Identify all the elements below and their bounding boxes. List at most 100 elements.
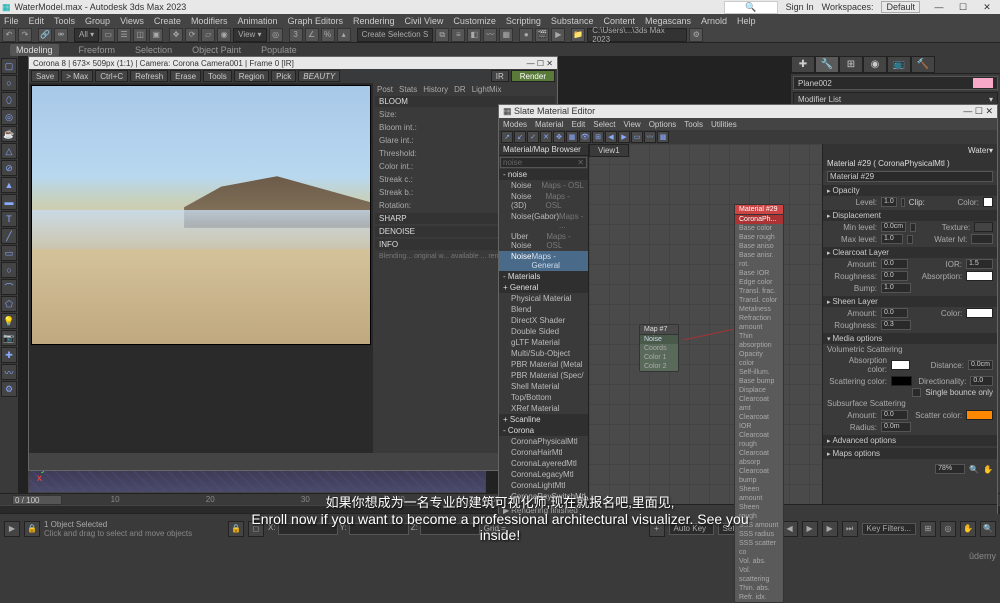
object-color-swatch[interactable] [973, 78, 993, 88]
cc-rough-spinner[interactable]: 0.0 [881, 271, 908, 281]
sme-node-graph[interactable]: View1 Map #7 Noise Coords Color 1 Color … [589, 144, 822, 504]
maxlevel-spinner[interactable]: 1.0 [881, 234, 903, 244]
create-pyramid-icon[interactable]: ▲ [1, 177, 17, 193]
cfb-refresh-button[interactable]: Refresh [130, 70, 168, 82]
ss-scatter-swatch[interactable] [966, 410, 993, 420]
cfb-erase-button[interactable]: Erase [170, 70, 201, 82]
percent-snap-button[interactable]: % [321, 28, 335, 42]
rotate-button[interactable]: ⟳ [185, 28, 199, 42]
distance-spinner[interactable]: 0.0cm [968, 360, 993, 370]
menu-customize[interactable]: Customize [453, 16, 496, 26]
menu-rendering[interactable]: Rendering [353, 16, 395, 26]
corona-legacy-item[interactable]: CoronaLegacyMtl [499, 469, 588, 480]
sheen-amount-spinner[interactable]: 0.0 [881, 308, 908, 318]
menu-modifiers[interactable]: Modifiers [191, 16, 228, 26]
set-project-button[interactable]: ⚙ [689, 28, 703, 42]
folder-button[interactable]: 📁 [571, 28, 585, 42]
maxscript-button[interactable]: ▶ [4, 521, 20, 537]
cfb-minimize[interactable]: — [527, 59, 535, 68]
sme-show-button[interactable]: ⊞ [592, 131, 604, 143]
cc-ior-spinner[interactable]: 1.5 [966, 259, 993, 269]
cfb-tab-stats[interactable]: Stats [397, 85, 419, 94]
sheen-section[interactable]: Sheen Layer [823, 296, 997, 307]
physical-material-item[interactable]: Physical Material [499, 293, 588, 304]
spline-ngon-icon[interactable]: ⬠ [1, 296, 17, 312]
opacity-section[interactable]: Opacity [823, 185, 997, 196]
x-coord-input[interactable] [278, 523, 338, 535]
signin-button[interactable]: Sign In [786, 2, 814, 12]
gltf-item[interactable]: gLTF Material [499, 337, 588, 348]
lock-button[interactable]: 🔒 [24, 521, 40, 537]
redo-button[interactable]: ↷ [18, 28, 32, 42]
sme-menu-modes[interactable]: Modes [503, 120, 527, 129]
abs-color-swatch[interactable] [891, 360, 910, 370]
project-path[interactable]: C:\Users\...\3ds Max 2023 [587, 28, 687, 42]
media-section[interactable]: Media options [823, 333, 997, 344]
create-cylinder-icon[interactable]: ⬯ [1, 92, 17, 108]
play-button[interactable]: ▶ [802, 521, 818, 537]
cfb-ctrlc-button[interactable]: Ctrl+C [95, 70, 128, 82]
viewport-nav-2[interactable]: ◎ [940, 521, 956, 537]
light-icon[interactable]: 💡 [1, 313, 17, 329]
object-name-field[interactable]: Plane002 [793, 76, 998, 90]
render-setup-button[interactable]: 🎬 [535, 28, 549, 42]
select-region-button[interactable]: ◫ [133, 28, 147, 42]
menu-tools[interactable]: Tools [54, 16, 75, 26]
spline-line-icon[interactable]: ╱ [1, 228, 17, 244]
schematic-button[interactable]: ▦ [499, 28, 513, 42]
waterlvl-spinner[interactable] [971, 234, 993, 244]
cfb-tools-button[interactable]: Tools [203, 70, 232, 82]
hierarchy-tab[interactable]: ⊞ [839, 56, 863, 73]
cfb-render-button[interactable]: Render [511, 70, 555, 82]
align-button[interactable]: ≡ [451, 28, 465, 42]
nav-dropdown[interactable]: Water ▾ [823, 144, 997, 157]
search-input[interactable]: 🔍 [724, 1, 777, 14]
sme-menu-options[interactable]: Options [649, 120, 677, 129]
texture-slot[interactable] [974, 222, 993, 232]
menu-animation[interactable]: Animation [237, 16, 277, 26]
xref-item[interactable]: XRef Material [499, 403, 588, 414]
sme-menu-view[interactable]: View [624, 120, 641, 129]
view-tab[interactable]: View1 [589, 144, 629, 157]
workspaces-dropdown[interactable]: Default [881, 1, 920, 13]
sme-menu-select[interactable]: Select [593, 120, 615, 129]
cfb-close[interactable]: ✕ [546, 59, 553, 68]
corona-hair-item[interactable]: CoronaHairMtl [499, 447, 588, 458]
uber-noise-item[interactable]: Uber NoiseMaps - OSL [499, 231, 588, 251]
modify-tab[interactable]: 🔧 [815, 56, 839, 73]
mirror-button[interactable]: ⧉ [435, 28, 449, 42]
create-teapot-icon[interactable]: ☕ [1, 126, 17, 142]
system-icon[interactable]: ⚙ [1, 381, 17, 397]
cc-absorp-swatch[interactable] [966, 271, 993, 281]
select-button[interactable]: ▭ [101, 28, 115, 42]
menu-edit[interactable]: Edit [29, 16, 45, 26]
menu-file[interactable]: File [4, 16, 19, 26]
pivot-button[interactable]: ◎ [269, 28, 283, 42]
zoom-spinner[interactable]: 78% [935, 464, 965, 474]
scat-color-swatch[interactable] [891, 376, 912, 386]
sme-close[interactable]: ✕ [985, 106, 993, 116]
cfb-ir-button[interactable]: IR [491, 70, 509, 82]
cc-bump-spinner[interactable]: 1.0 [881, 283, 911, 293]
sme-menu-material[interactable]: Material [535, 120, 563, 129]
ribbon-selection[interactable]: Selection [135, 45, 172, 55]
camera-icon[interactable]: 📷 [1, 330, 17, 346]
display-tab[interactable]: 📺 [887, 56, 911, 73]
link-button[interactable]: 🔗 [38, 28, 52, 42]
sheen-rough-spinner[interactable]: 0.3 [881, 320, 911, 330]
render-frame-button[interactable]: ▶ [551, 28, 565, 42]
advanced-section[interactable]: Advanced options [823, 435, 997, 446]
sme-minimize[interactable]: — [963, 106, 972, 116]
noise-general-item[interactable]: NoiseMaps - General [499, 251, 588, 271]
blend-item[interactable]: Blend [499, 304, 588, 315]
sme-hide-button[interactable]: 👁 [579, 131, 591, 143]
level-spinner[interactable]: 1.0 [881, 197, 897, 207]
general-cat[interactable]: + General [499, 282, 588, 293]
corona-select-item[interactable]: CoronaSelectMtl [499, 502, 588, 504]
noise-group[interactable]: - noise [499, 169, 588, 180]
sme-delete-button[interactable]: ✕ [540, 131, 552, 143]
clip-check[interactable] [901, 198, 905, 207]
z-coord-input[interactable] [420, 523, 480, 535]
spacewarp-icon[interactable]: 〰 [1, 364, 17, 380]
cfb-save-button[interactable]: Save [31, 70, 59, 82]
